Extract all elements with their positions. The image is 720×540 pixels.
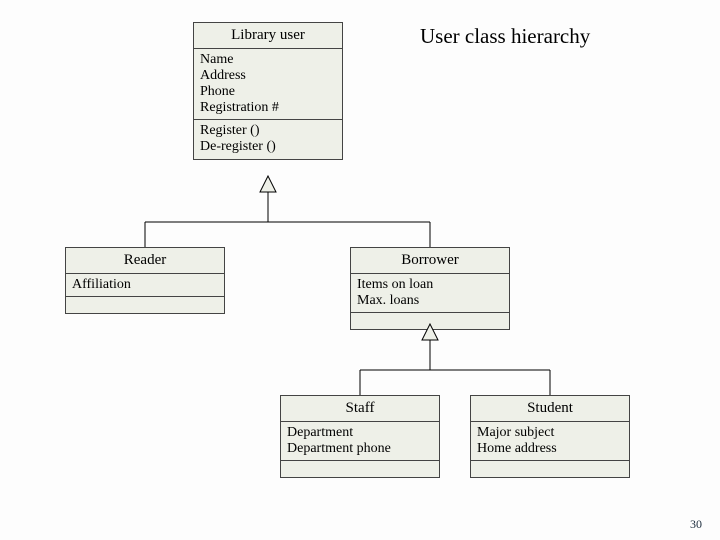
class-operations: Register () De-register ()	[194, 120, 342, 158]
class-library-user: Library user Name Address Phone Registra…	[193, 22, 343, 160]
attr: Home address	[477, 441, 623, 457]
class-operations	[351, 313, 509, 329]
class-name: Staff	[281, 396, 439, 422]
class-name: Reader	[66, 248, 224, 274]
class-staff: Staff Department Department phone	[280, 395, 440, 478]
class-name: Borrower	[351, 248, 509, 274]
page-number: 30	[690, 517, 702, 532]
diagram-canvas: User class hierarchy Library user Name A…	[0, 0, 720, 540]
attr: Major subject	[477, 425, 623, 441]
diagram-title: User class hierarchy	[420, 24, 590, 49]
attr: Items on loan	[357, 277, 503, 293]
op: Register ()	[200, 123, 336, 139]
attr: Department	[287, 425, 433, 441]
attr: Affiliation	[72, 277, 218, 293]
class-operations	[471, 461, 629, 477]
class-attributes: Affiliation	[66, 274, 224, 297]
attr: Department phone	[287, 441, 433, 457]
class-attributes: Major subject Home address	[471, 422, 629, 461]
class-operations	[66, 297, 224, 313]
class-attributes: Items on loan Max. loans	[351, 274, 509, 313]
class-operations	[281, 461, 439, 477]
attr: Registration #	[200, 100, 336, 116]
class-attributes: Department Department phone	[281, 422, 439, 461]
op: De-register ()	[200, 139, 336, 155]
class-student: Student Major subject Home address	[470, 395, 630, 478]
class-attributes: Name Address Phone Registration #	[194, 49, 342, 120]
attr: Phone	[200, 84, 336, 100]
class-borrower: Borrower Items on loan Max. loans	[350, 247, 510, 330]
class-reader: Reader Affiliation	[65, 247, 225, 314]
attr: Address	[200, 68, 336, 84]
attr: Name	[200, 52, 336, 68]
attr: Max. loans	[357, 293, 503, 309]
class-name: Student	[471, 396, 629, 422]
class-name: Library user	[194, 23, 342, 49]
